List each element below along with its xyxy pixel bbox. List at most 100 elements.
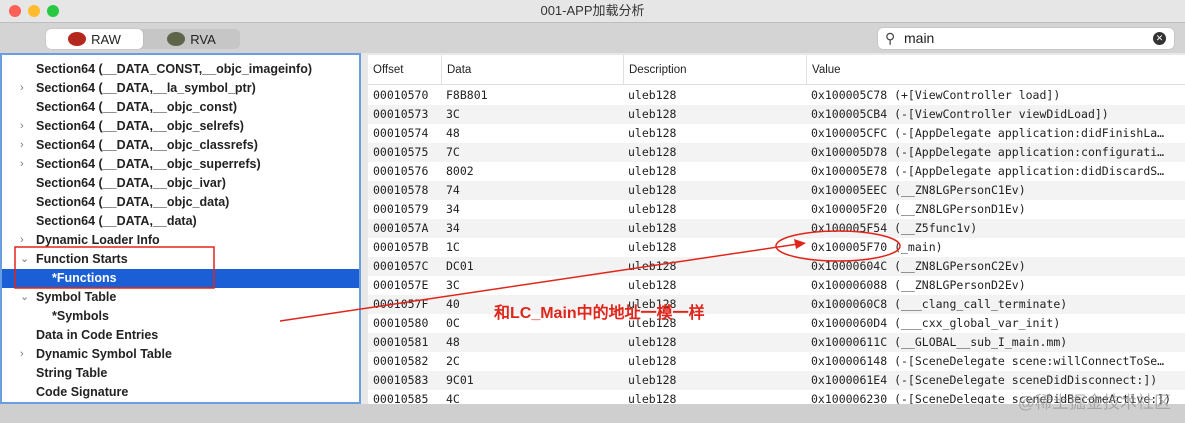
column-header-value[interactable]: Value [806,55,841,85]
tree-item-label: Symbol Table [36,290,117,304]
cell-data: 2C [446,354,460,368]
column-header-offset[interactable]: Offset [368,55,403,85]
cell-offset: 00010573 [373,107,429,121]
cell-offset: 0001057E [373,278,429,292]
zoom-window-button[interactable] [47,5,59,17]
table-row[interactable]: 0001057E 3C uleb128 0x100006088 (__ZN8LGPer… [368,276,1185,295]
table-row[interactable]: 00010579 34 uleb128 0x100005F20 (__ZN8LGPer… [368,200,1185,219]
table-row[interactable]: 00010582 2C uleb128 0x100006148 (-[SceneDel… [368,352,1185,371]
table-row[interactable]: 00010570 F8B801 uleb128 0x100005C78 (+[View… [368,86,1185,105]
table-row[interactable]: 00010578 74 uleb128 0x100005EEC (__ZN8LGPer… [368,181,1185,200]
tree-item-label: Section64 (__DATA,__objc_data) [36,195,230,209]
cell-value: 0x100006148 (-[SceneDelegate scene:willC… [811,354,1165,368]
tree-item[interactable]: String Table [2,364,359,383]
tree-item[interactable]: *Functions [2,269,359,288]
cell-value: 0x100005E78 (-[AppDelegate application:d… [811,164,1165,178]
window-title: 001-APP加载分析 [540,3,645,18]
table-row[interactable]: 0001057A 34 uleb128 0x100005F54 (__Z5func1v… [368,219,1185,238]
chevron-down-icon[interactable]: ⌄ [20,250,29,269]
tree-item-label: *Functions [52,271,117,285]
search-input[interactable]: ⚲ main ✕ [877,27,1175,50]
chevron-right-icon[interactable]: › [20,79,24,98]
tree-item[interactable]: › Dynamic Symbol Table [2,345,359,364]
tree-item[interactable]: Section64 (__DATA,__objc_const) [2,98,359,117]
clear-search-icon[interactable]: ✕ [1153,32,1166,45]
raw-label: RAW [91,31,121,47]
tree-item[interactable]: Code Signature [2,383,359,402]
table-row[interactable]: 00010573 3C uleb128 0x100005CB4 (-[ViewCont… [368,105,1185,124]
tree-item-label: Dynamic Loader Info [36,233,160,247]
chevron-right-icon[interactable]: › [20,117,24,136]
table-row[interactable]: 0001057C DC01 uleb128 0x10000604C (__ZN8LGP… [368,257,1185,276]
cell-data: 34 [446,221,460,235]
tree-item[interactable]: ⌄ Symbol Table [2,288,359,307]
chevron-right-icon[interactable]: › [20,155,24,174]
tree-item[interactable]: › Section64 (__DATA,__objc_selrefs) [2,117,359,136]
cell-value: 0x100005F70 (_main) [811,240,943,254]
table-row[interactable]: 00010574 48 uleb128 0x100005CFC (-[AppDeleg… [368,124,1185,143]
cell-value: 0x100005CFC (-[AppDelegate application:d… [811,126,1165,140]
tree-item-label: Section64 (__DATA,__objc_classrefs) [36,138,258,152]
table-row[interactable]: 00010576 8002 uleb128 0x100005E78 (-[AppDel… [368,162,1185,181]
chevron-right-icon[interactable]: › [20,136,24,155]
cell-offset: 0001057B [373,240,429,254]
cell-data: 7C [446,145,460,159]
table-row[interactable]: 00010575 7C uleb128 0x100005D78 (-[AppDeleg… [368,143,1185,162]
tree-item-label: Section64 (__DATA,__objc_superrefs) [36,157,261,171]
cell-description: uleb128 [628,240,677,254]
chevron-right-icon[interactable]: › [20,231,24,250]
cell-description: uleb128 [628,335,677,349]
cell-description: uleb128 [628,107,677,121]
cell-description: uleb128 [628,392,677,405]
tree-item[interactable]: Section64 (__DATA,__data) [2,212,359,231]
search-value: main [904,30,935,46]
cell-offset: 00010574 [373,126,429,140]
tree-item[interactable]: › Dynamic Loader Info [2,231,359,250]
tree-item[interactable]: Section64 (__DATA,__objc_data) [2,193,359,212]
column-header-data[interactable]: Data [441,55,471,85]
tree-item[interactable]: Section64 (__DATA,__objc_ivar) [2,174,359,193]
title-bar: 001-APP加载分析 [0,0,1185,22]
cell-offset: 00010576 [373,164,429,178]
table-row[interactable]: 00010581 48 uleb128 0x10000611C (__GLOBAL__… [368,333,1185,352]
tree-item-label: Section64 (__DATA,__data) [36,214,197,228]
close-window-button[interactable] [9,5,21,17]
cell-value: 0x100005D78 (-[AppDelegate application:c… [811,145,1165,159]
cell-offset: 00010581 [373,335,429,349]
tree-item[interactable]: › Section64 (__DATA,__objc_classrefs) [2,136,359,155]
cell-data: 1C [446,240,460,254]
raw-button[interactable]: RAW [46,29,143,49]
cell-data: 3C [446,107,460,121]
tree-panel: Section64 (__DATA_CONST,__objc_imageinfo… [0,53,361,404]
chevron-down-icon[interactable]: ⌄ [20,288,29,307]
tree-item[interactable]: › Section64 (__DATA,__la_symbol_ptr) [2,79,359,98]
rva-label: RVA [190,31,216,47]
rva-button[interactable]: RVA [143,29,240,49]
table-row[interactable]: 0001057B 1C uleb128 0x100005F70 (_main) [368,238,1185,257]
watermark: @稀土掘金技术社区 [1017,393,1171,412]
tree-item[interactable]: Data in Code Entries [2,326,359,345]
cell-description: uleb128 [628,278,677,292]
table-row[interactable]: 0001057F 40 uleb128 0x1000060C8 (___clang_c… [368,295,1185,314]
cell-value: 0x100005EEC (__ZN8LGPersonC1Ev) [811,183,1026,197]
cell-data: 3C [446,278,460,292]
cell-description: uleb128 [628,145,677,159]
tree-item-label: Function Starts [36,252,128,266]
cell-value: 0x10000604C (__ZN8LGPersonC2Ev) [811,259,1026,273]
tree-item[interactable]: *Symbols [2,307,359,326]
status-bar [0,404,1185,423]
cell-value: 0x100005CB4 (-[ViewController viewDidLoa… [811,107,1109,121]
tree-item[interactable]: › Section64 (__DATA,__objc_superrefs) [2,155,359,174]
minimize-window-button[interactable] [28,5,40,17]
chevron-right-icon[interactable]: › [20,345,24,364]
cell-offset: 0001057C [373,259,429,273]
tree-item[interactable]: Section64 (__DATA_CONST,__objc_imageinfo… [2,60,359,79]
table-row[interactable]: 00010580 0C uleb128 0x1000060D4 (___cxx_glo… [368,314,1185,333]
cell-description: uleb128 [628,164,677,178]
cell-description: uleb128 [628,373,677,387]
cell-data: DC01 [446,259,474,273]
tree-item[interactable]: ⌄ Function Starts [2,250,359,269]
tree-item-label: Data in Code Entries [36,328,159,342]
column-header-description[interactable]: Description [623,55,687,85]
cell-data: 48 [446,126,460,140]
